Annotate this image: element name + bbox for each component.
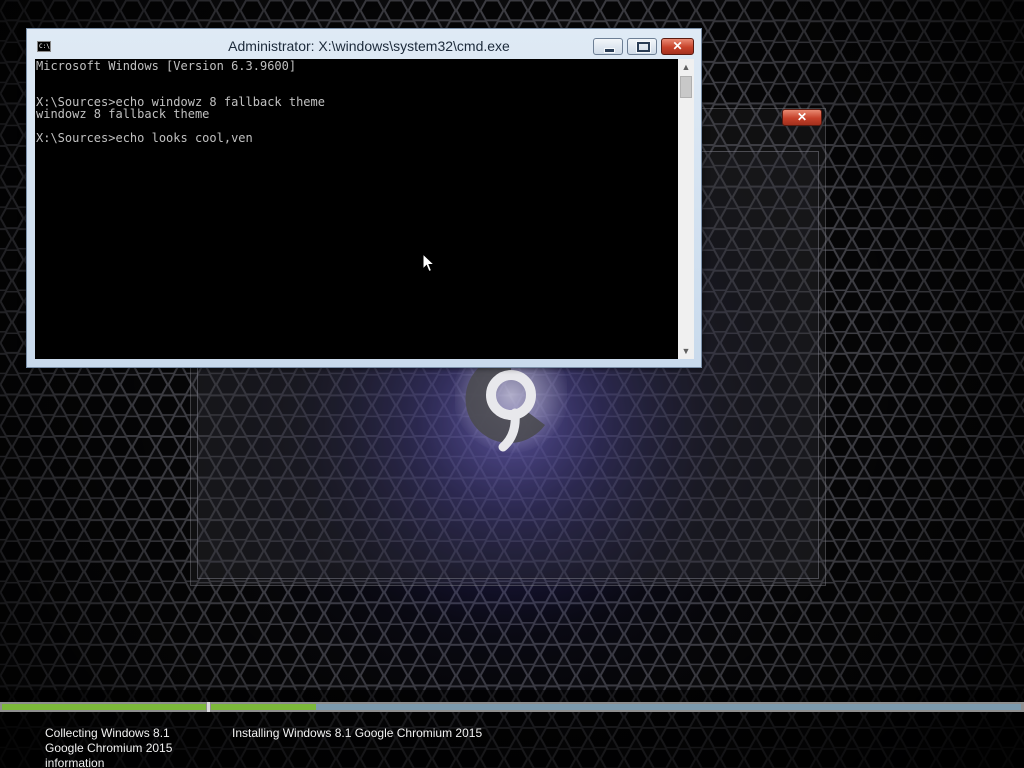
progress-step-2 <box>211 704 1021 710</box>
console-line: windowz 8 fallback theme <box>36 107 210 121</box>
scroll-up-arrow-icon[interactable]: ▲ <box>678 59 694 75</box>
close-button[interactable]: ✕ <box>661 38 694 55</box>
progress-step-1-fill <box>2 704 206 710</box>
progress-step-1 <box>2 704 206 710</box>
vertical-scrollbar[interactable]: ▲ ▼ <box>678 59 694 359</box>
console-line: Microsoft Windows [Version 6.3.9600] <box>36 59 297 73</box>
progress-step-2-fill <box>211 704 317 710</box>
minimize-button[interactable] <box>593 38 623 55</box>
scroll-down-arrow-icon[interactable]: ▼ <box>678 343 694 359</box>
setup-progress-bar <box>0 702 1024 712</box>
close-icon: ✕ <box>672 39 683 53</box>
mouse-pointer-icon <box>422 253 436 273</box>
maximize-button[interactable] <box>627 38 657 55</box>
step-label-installing: Installing Windows 8.1 Google Chromium 2… <box>232 726 483 740</box>
cmd-window: C:\ Administrator: X:\windows\system32\c… <box>26 28 702 368</box>
step-label-collecting: Collecting Windows 8.1 Google Chromium 2… <box>45 726 173 768</box>
console-lines: Microsoft Windows [Version 6.3.9600] X:\S… <box>35 60 325 144</box>
console-output[interactable]: Microsoft Windows [Version 6.3.9600] X:\S… <box>35 59 678 359</box>
setup-close-button[interactable]: ✕ <box>782 109 822 126</box>
console-line: X:\Sources>echo looks cool,ven <box>36 131 253 145</box>
cmd-titlebar[interactable]: C:\ Administrator: X:\windows\system32\c… <box>27 29 701 59</box>
scrollbar-thumb[interactable] <box>680 76 692 98</box>
progress-divider <box>207 702 210 712</box>
chromium-logo <box>455 355 567 453</box>
